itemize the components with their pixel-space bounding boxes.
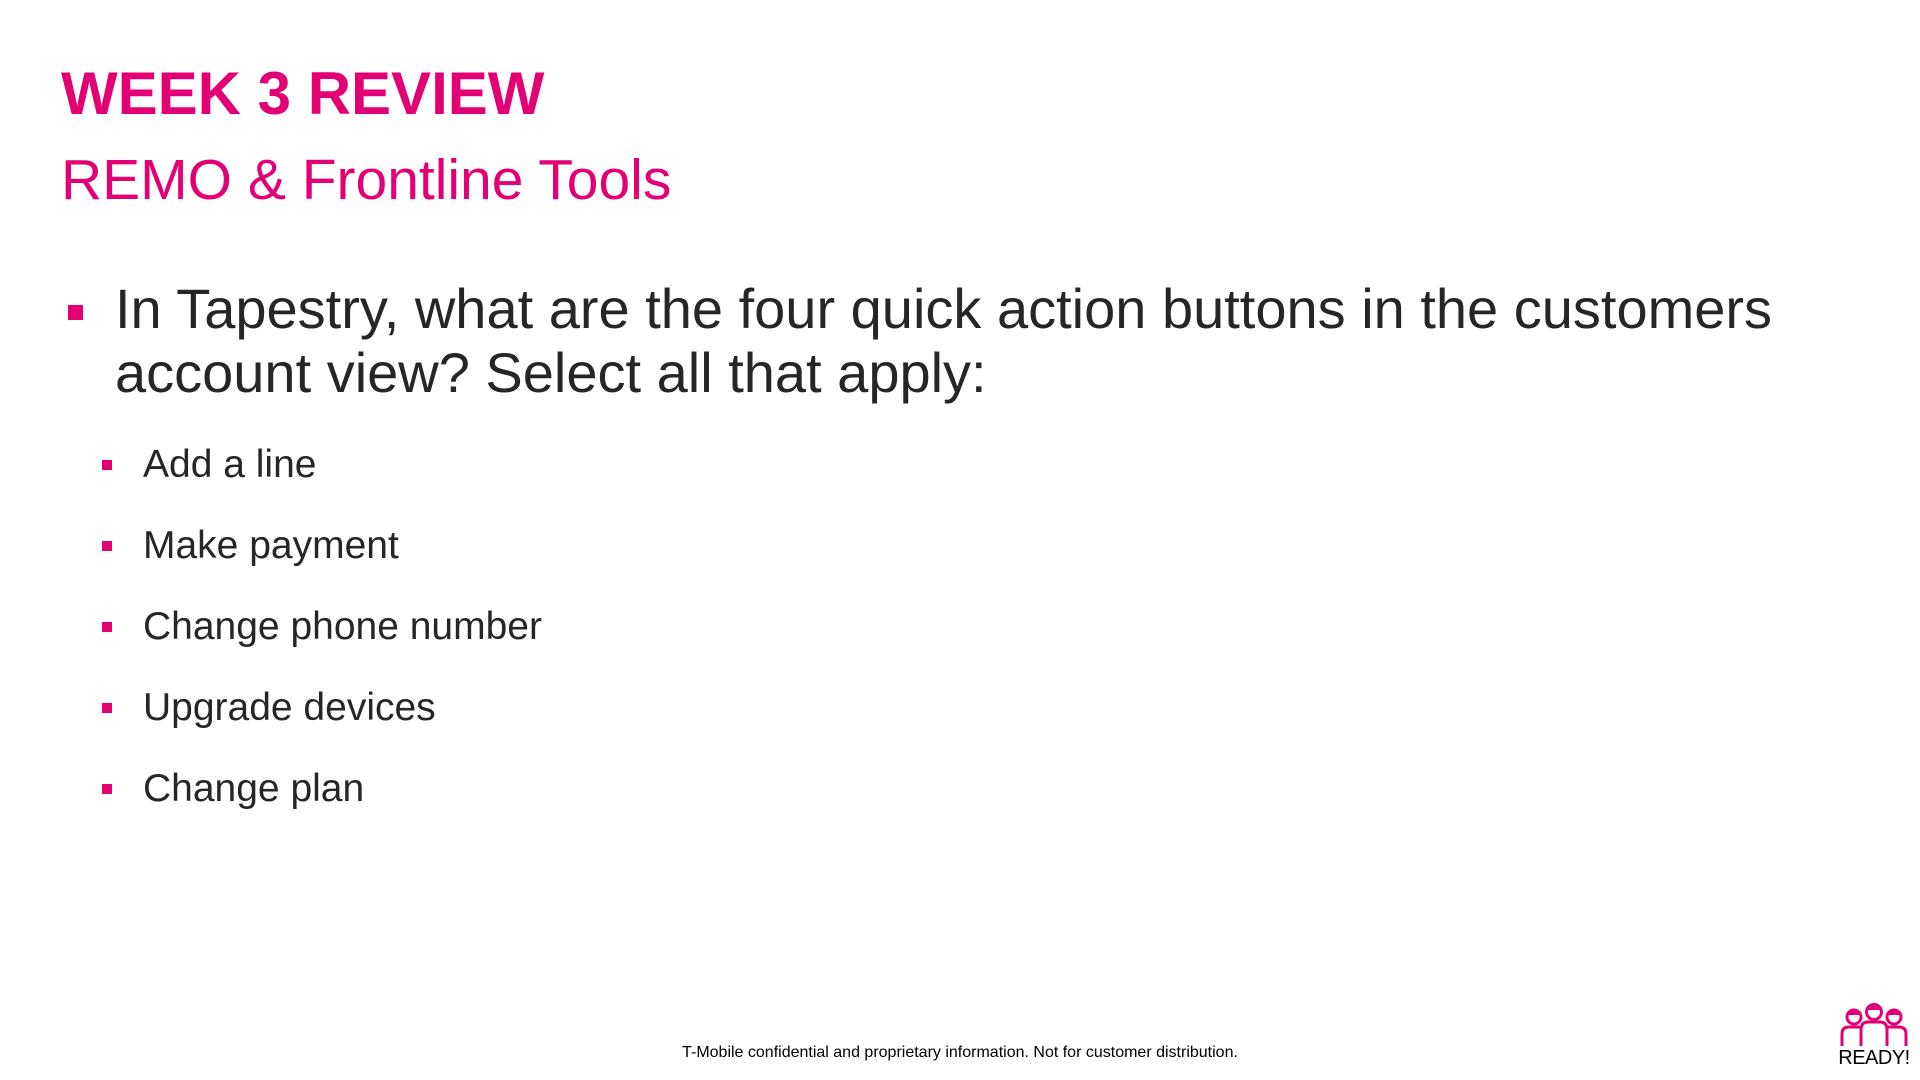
slide-title: WEEK 3 REVIEW xyxy=(61,60,545,127)
answer-option-label: Upgrade devices xyxy=(143,686,436,729)
slide-subtitle: REMO & Frontline Tools xyxy=(61,148,672,212)
ready-logo-text: READY! xyxy=(1838,1047,1910,1069)
question-bullet-icon xyxy=(68,305,83,320)
option-bullet-icon xyxy=(102,622,112,632)
answer-option: Upgrade devices xyxy=(102,683,902,733)
confidential-footer: T-Mobile confidential and proprietary in… xyxy=(682,1044,1238,1061)
answer-option-label: Change phone number xyxy=(143,605,542,648)
answer-option-label: Make payment xyxy=(143,524,399,567)
ready-logo: READY! xyxy=(1836,1002,1912,1072)
answer-option-label: Change plan xyxy=(143,767,365,810)
people-group-icon xyxy=(1840,1003,1908,1046)
answer-option: Change plan xyxy=(102,764,902,814)
answer-option: Add a line xyxy=(102,440,902,490)
option-bullet-icon xyxy=(102,703,112,713)
answer-option-label: Add a line xyxy=(143,443,317,486)
answer-option: Make payment xyxy=(102,521,902,571)
question-text: In Tapestry, what are the four quick act… xyxy=(115,277,1773,404)
option-bullet-icon xyxy=(102,541,112,551)
answer-option: Change phone number xyxy=(102,602,902,652)
option-bullet-icon xyxy=(102,784,112,794)
option-bullet-icon xyxy=(102,460,112,470)
